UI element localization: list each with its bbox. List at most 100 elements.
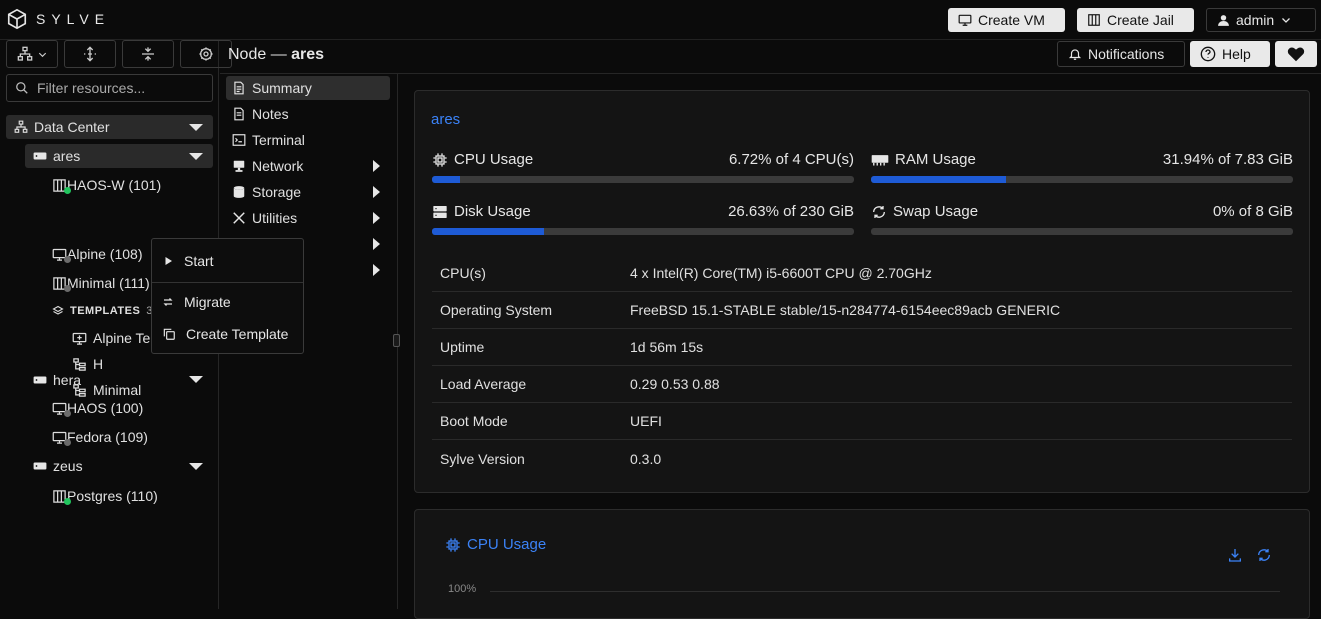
- stopped-status-dot: [64, 439, 71, 446]
- tree-item-label: Alpine (108): [67, 246, 143, 262]
- filter-resources-input[interactable]: [37, 80, 207, 96]
- context-divider: [152, 282, 303, 283]
- notifications-button[interactable]: Notifications: [1057, 41, 1185, 67]
- disk-usage-label: Disk Usage: [432, 203, 531, 220]
- info-key: Operating System: [440, 302, 553, 318]
- ram-usage-value: 31.94% of 7.83 GiB: [1162, 151, 1293, 168]
- zeus-collapse-icon[interactable]: [189, 463, 203, 470]
- menu-item-terminal[interactable]: Terminal: [226, 128, 390, 152]
- help-button[interactable]: Help: [1190, 41, 1270, 67]
- info-value: 1d 56m 15s: [630, 339, 704, 355]
- cpu-chart-title-text: CPU Usage: [467, 536, 547, 553]
- donate-button[interactable]: [1275, 41, 1317, 67]
- cpu-chart-title: CPU Usage: [445, 536, 546, 553]
- disk-usage-fill: [432, 228, 545, 235]
- chevron-down-icon: [1282, 18, 1291, 23]
- notes-icon: [234, 107, 244, 121]
- tree-item-label: Postgres (110): [67, 488, 158, 504]
- create-vm-button[interactable]: Create VM: [948, 8, 1065, 32]
- ares-collapse-icon[interactable]: [189, 153, 203, 160]
- cpu-usage-label: CPU Usage: [432, 151, 533, 168]
- tree-node-hera[interactable]: hera: [25, 368, 213, 392]
- chevron-right-icon: [373, 186, 380, 198]
- context-item-label: Migrate: [184, 294, 231, 310]
- chevron-down-icon: [38, 52, 46, 57]
- context-menu: Start Migrate Create Template: [151, 238, 304, 354]
- info-value: 0.29 0.53 0.88: [630, 376, 720, 392]
- usage-label-text: Disk Usage: [454, 203, 531, 220]
- cpu-usage-bar: [432, 176, 854, 183]
- menu-item-network[interactable]: Network: [226, 154, 390, 178]
- tree-templates-group[interactable]: TEMPLATES 3: [52, 302, 153, 320]
- filter-resources-field[interactable]: [6, 74, 213, 102]
- context-start-item[interactable]: Start: [162, 253, 214, 269]
- layers-icon: [52, 305, 64, 315]
- tree-template-alpine[interactable]: Alpine Te: [72, 328, 150, 348]
- node-name-heading: ares: [431, 111, 461, 128]
- info-value: UEFI: [630, 413, 662, 429]
- swap-usage-value: 0% of 8 GiB: [1212, 203, 1293, 220]
- context-item-label: Create Template: [186, 326, 289, 342]
- help-label: Help: [1222, 46, 1251, 62]
- hera-collapse-icon[interactable]: [189, 376, 203, 383]
- stopped-status-dot: [64, 285, 71, 292]
- datacenter-icon: [14, 120, 28, 133]
- info-row: Sylve Version 0.3.0: [432, 440, 1292, 477]
- network-icon: [233, 160, 245, 172]
- tree-view-toggle-button[interactable]: [6, 40, 58, 68]
- migrate-icon: [163, 298, 173, 306]
- tree-item-label: HAOS-W (101): [67, 177, 162, 193]
- monitor-template-icon: [72, 332, 87, 345]
- menu-item-utilities[interactable]: Utilities: [226, 206, 390, 230]
- help-circle-icon: [1200, 46, 1216, 62]
- info-key: Uptime: [440, 339, 485, 355]
- chart-gridline: [490, 591, 1280, 592]
- chevron-right-icon: [373, 238, 380, 250]
- context-create-template-item[interactable]: Create Template: [162, 326, 288, 342]
- chevron-right-icon: [373, 264, 380, 276]
- info-key: Load Average: [440, 376, 527, 392]
- menu-label: Notes: [252, 106, 289, 122]
- logo[interactable]: SYLVE: [6, 8, 110, 30]
- top-bar: SYLVE Create VM Create Jail admin: [0, 0, 1321, 40]
- search-icon: [16, 82, 28, 94]
- ram-usage-label: RAM Usage: [871, 151, 976, 168]
- tree-datacenter[interactable]: Data Center: [6, 115, 213, 139]
- page-title: Node — ares: [228, 46, 324, 64]
- menu-label: Network: [252, 158, 304, 174]
- usage-label-text: Swap Usage: [893, 203, 979, 220]
- info-value: 0.3.0: [630, 450, 662, 467]
- download-icon[interactable]: [1227, 547, 1243, 563]
- gear-icon: [199, 47, 213, 61]
- database-icon: [233, 186, 245, 198]
- expand-all-button[interactable]: [64, 40, 116, 68]
- refresh-icon[interactable]: [1256, 547, 1272, 563]
- tools-icon: [233, 212, 245, 224]
- tree-item-label: Fedora (109): [67, 429, 148, 445]
- tree-node-zeus[interactable]: zeus: [25, 454, 213, 478]
- tree-item-label: Minimal (111): [67, 275, 150, 291]
- disk-usage-bar: [432, 228, 854, 235]
- context-item-label: Start: [184, 253, 214, 269]
- info-row: Uptime 1d 56m 15s: [432, 329, 1292, 366]
- info-row: Operating System FreeBSD 15.1-STABLE stab…: [432, 292, 1292, 329]
- create-jail-button[interactable]: Create Jail: [1077, 8, 1194, 32]
- datacenter-collapse-icon[interactable]: [189, 124, 203, 131]
- menu-item-summary[interactable]: Summary: [226, 76, 390, 100]
- create-jail-label: Create Jail: [1107, 12, 1174, 28]
- y-axis-tick: 100%: [448, 583, 477, 595]
- context-migrate-item[interactable]: Migrate: [162, 294, 231, 310]
- info-key: Boot Mode: [440, 413, 508, 429]
- menu-item-storage[interactable]: Storage: [226, 180, 390, 204]
- resize-handle[interactable]: [393, 334, 400, 347]
- tree-node-ares[interactable]: ares: [25, 144, 213, 168]
- user-menu-button[interactable]: admin: [1206, 8, 1316, 32]
- tree-item-label: Alpine Te: [93, 330, 151, 346]
- stopped-status-dot: [64, 410, 71, 417]
- collapse-all-button[interactable]: [122, 40, 174, 68]
- hierarchy-icon: [17, 46, 32, 61]
- info-value: FreeBSD 15.1-STABLE stable/15-n284774-61…: [630, 302, 1061, 318]
- menu-item-notes[interactable]: Notes: [226, 102, 390, 126]
- ram-usage-fill: [871, 176, 1006, 183]
- cpu-icon: [433, 152, 447, 167]
